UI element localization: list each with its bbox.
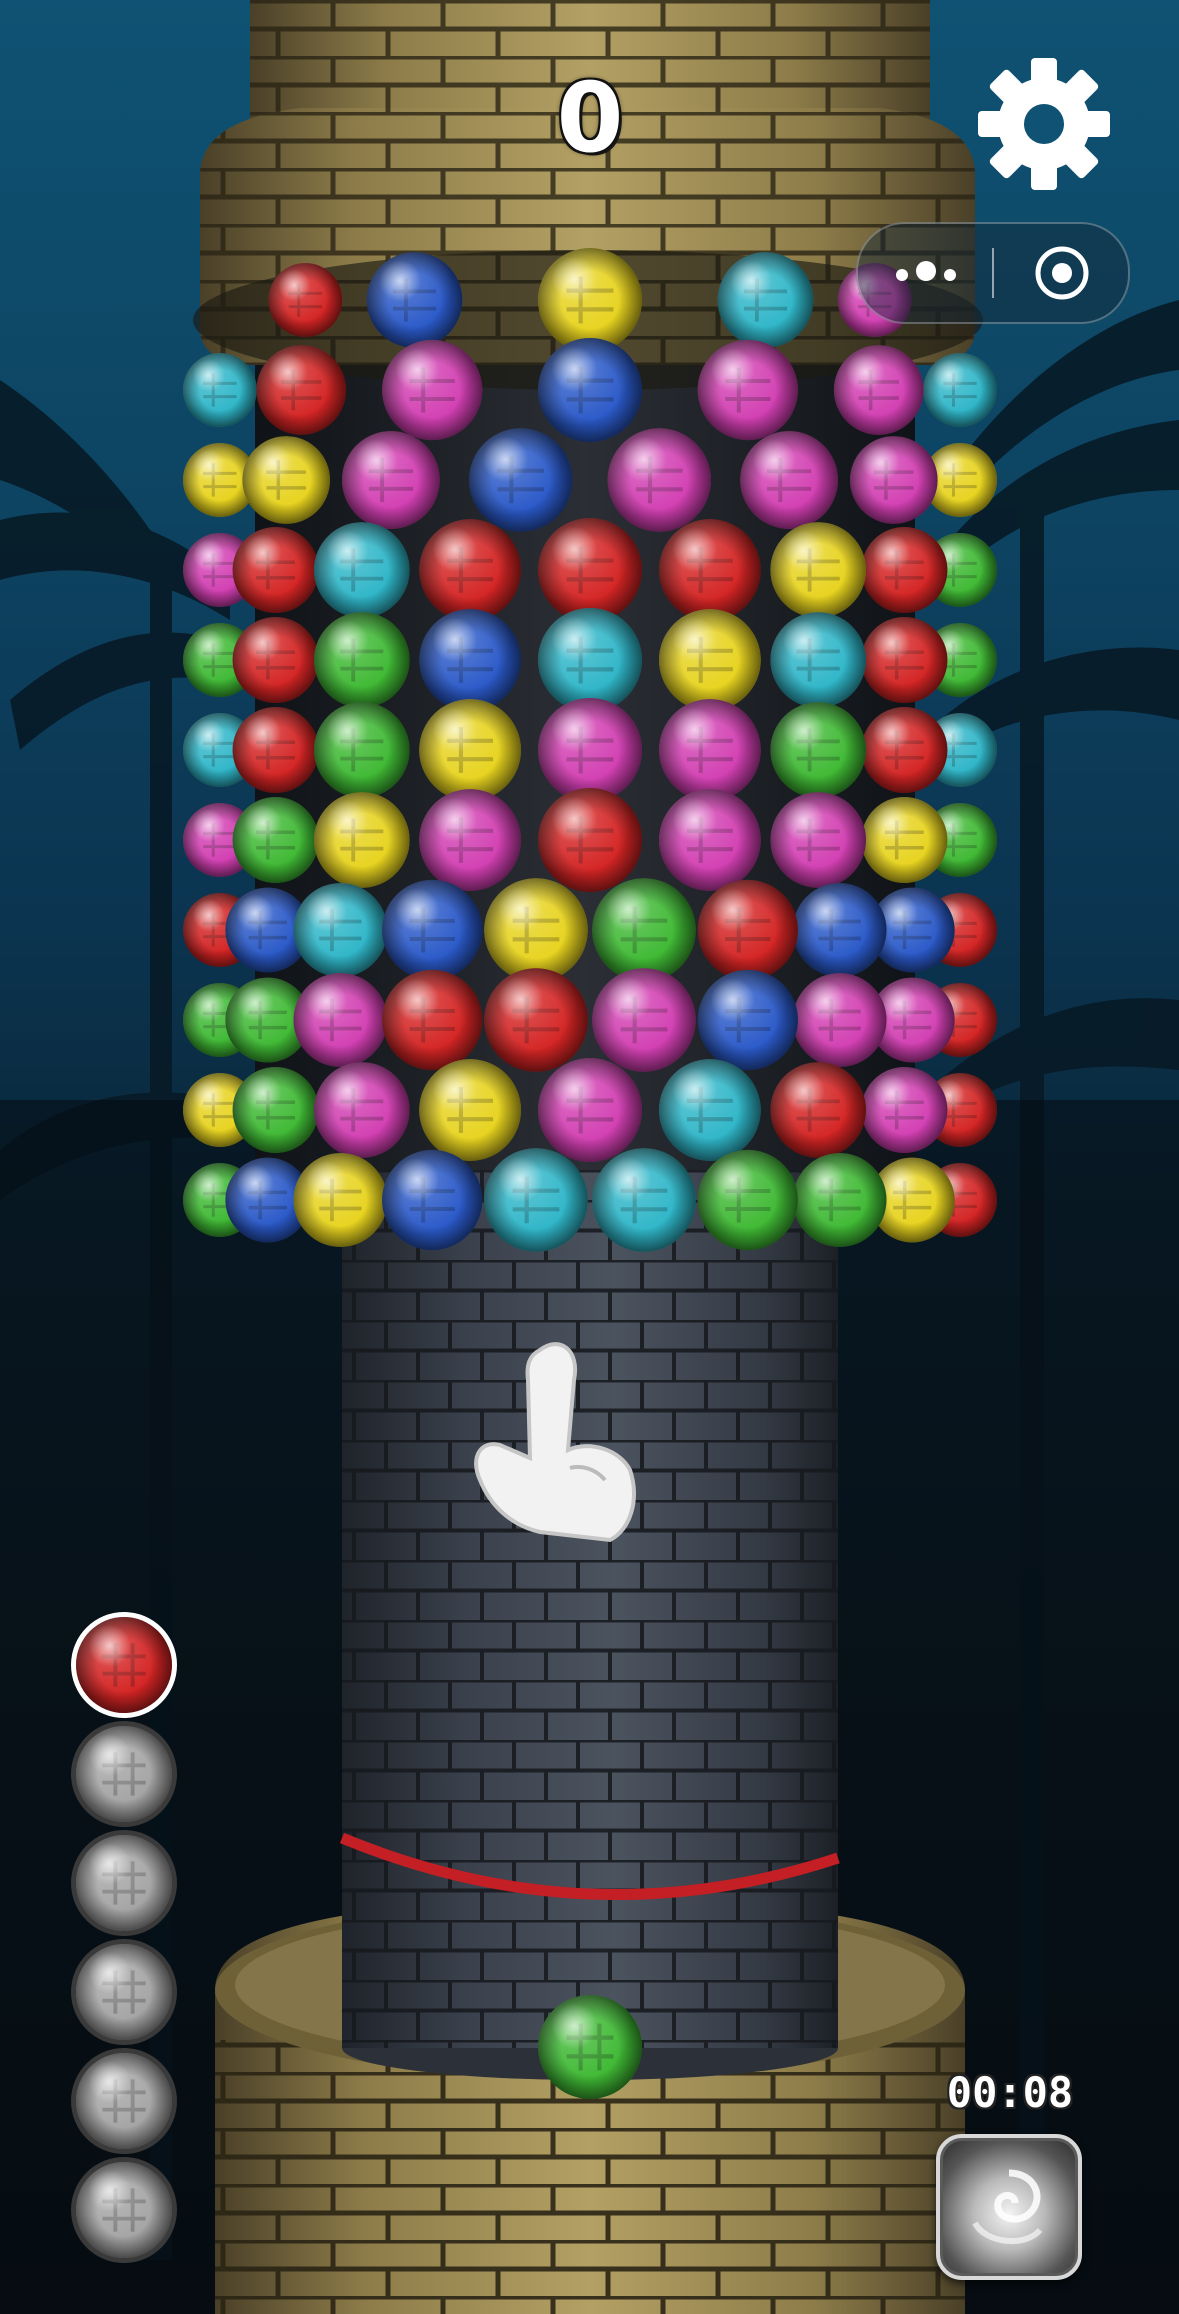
game-scene[interactable]	[0, 0, 1179, 2314]
countdown-timer: 00:08	[946, 2068, 1074, 2117]
ammo-ball	[76, 1944, 172, 2040]
ammo-ball	[76, 2162, 172, 2258]
powerup-button[interactable]	[936, 2134, 1082, 2280]
gear-icon	[978, 58, 1110, 190]
more-menu-button[interactable]	[858, 224, 993, 322]
bottom-stone-platform	[215, 1900, 965, 2314]
launcher-ball[interactable]	[538, 1995, 642, 2099]
more-dots-icon	[892, 261, 960, 285]
score-display: 0	[556, 62, 624, 174]
launcher-ball-sphere[interactable]	[538, 1995, 642, 2099]
ammo-ball	[76, 2053, 172, 2149]
ammo-ball	[76, 1835, 172, 1931]
settings-button[interactable]	[972, 52, 1116, 196]
ammo-ball	[76, 1726, 172, 1822]
target-circle-icon	[1035, 246, 1088, 300]
close-mini-program-button[interactable]	[994, 224, 1129, 322]
ammo-ball	[76, 1617, 172, 1713]
silver-swirl-ball-icon	[972, 2169, 1043, 2245]
mini-program-capsule	[856, 222, 1130, 324]
